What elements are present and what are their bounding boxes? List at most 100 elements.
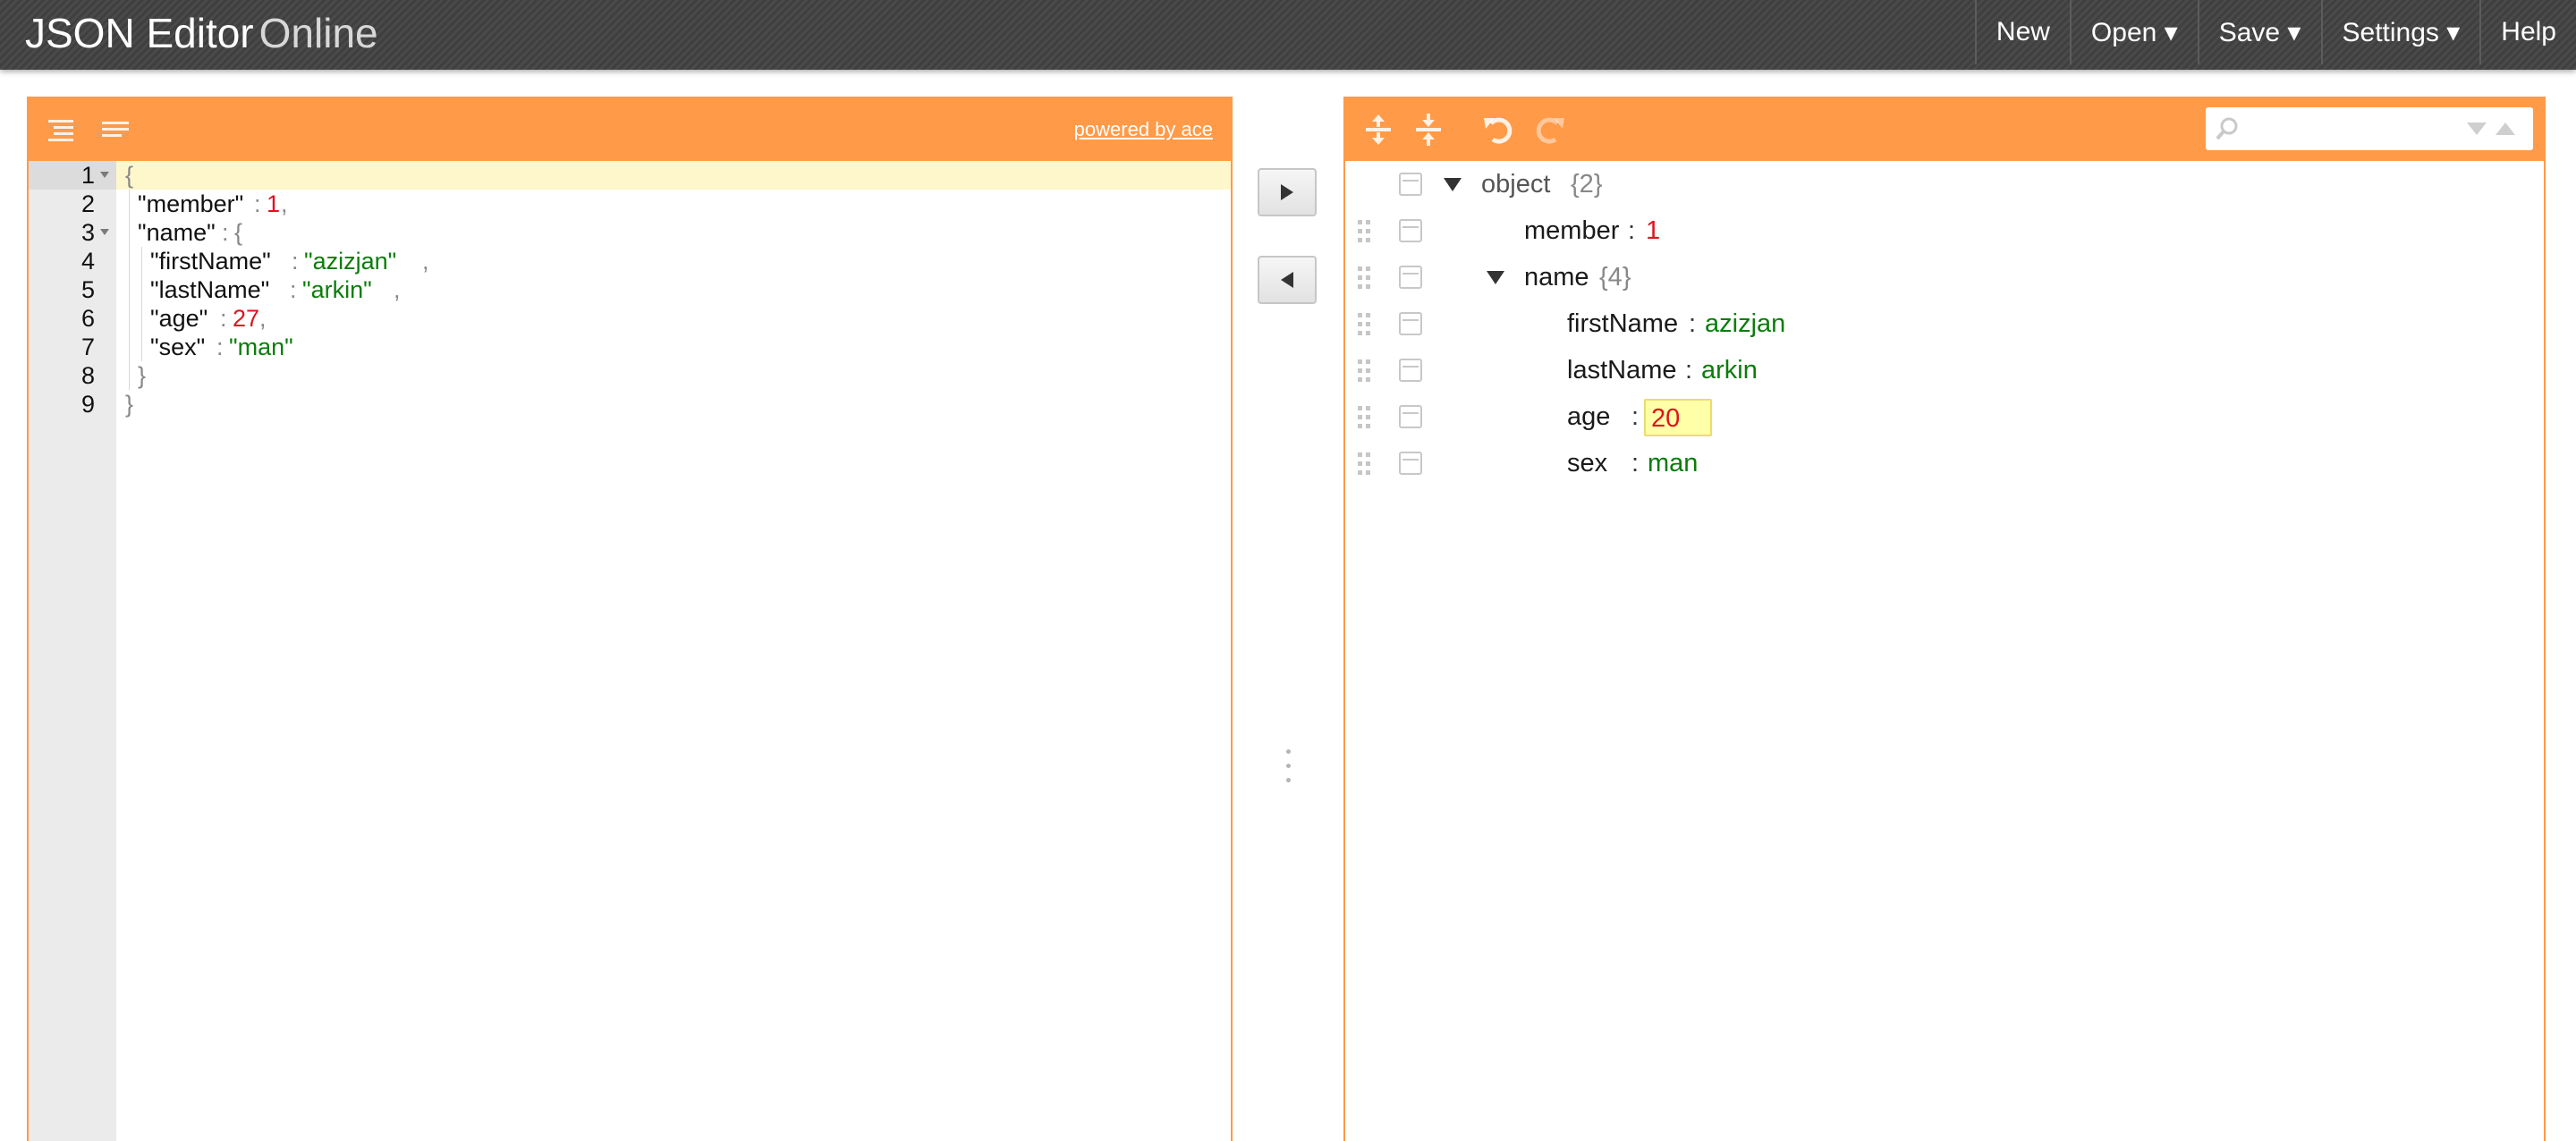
- context-menu-icon[interactable]: [1399, 266, 1422, 289]
- code-line-5[interactable]: 5 "lastName" : "arkin" ,: [29, 275, 1231, 304]
- tree-editor-panel: object {2} member : 1 name {4} firstName…: [1343, 97, 2546, 1141]
- drag-handle-icon[interactable]: [1358, 359, 1372, 383]
- code-key: "member": [138, 190, 244, 217]
- indent-guide: [129, 190, 130, 390]
- redo-button[interactable]: [1530, 109, 1571, 150]
- logo-title: JSON Editor: [25, 10, 254, 56]
- code-line-7[interactable]: 7 "sex" : "man": [29, 333, 1231, 361]
- code-string: "arkin": [302, 276, 372, 303]
- indent-guide: [141, 247, 142, 361]
- field-key[interactable]: sex: [1567, 440, 1607, 486]
- field-separator: :: [1689, 309, 1697, 338]
- undo-icon: [1484, 117, 1513, 144]
- code-number: 27: [233, 305, 260, 332]
- code-line-3[interactable]: 3 "name" : {: [29, 218, 1231, 247]
- line-number: 8: [80, 362, 95, 389]
- new-menu-button[interactable]: New: [1974, 0, 2070, 64]
- line-number: 2: [80, 190, 95, 217]
- code-line-6[interactable]: 6 "age" : 27 ,: [29, 304, 1231, 333]
- code-comma: ,: [422, 248, 429, 275]
- arrow-right-icon: [1281, 184, 1293, 200]
- code-number: 1: [267, 190, 281, 217]
- undo-button[interactable]: [1478, 109, 1519, 150]
- compact-icon: [102, 122, 129, 137]
- compact-button[interactable]: [95, 109, 136, 150]
- code-line-9[interactable]: 9 }: [29, 390, 1231, 418]
- tree-row-lastname[interactable]: lastName : arkin: [1345, 347, 2544, 393]
- fold-arrow-icon[interactable]: [100, 172, 109, 178]
- context-menu-icon[interactable]: [1399, 173, 1422, 196]
- collapse-arrow-icon[interactable]: [1487, 271, 1504, 284]
- copy-to-code-button[interactable]: [1258, 256, 1317, 304]
- code-colon: :: [220, 305, 227, 332]
- field-separator: :: [1631, 449, 1640, 478]
- root-child-count: {2}: [1571, 170, 1603, 199]
- field-value-editing[interactable]: 20: [1644, 399, 1712, 436]
- search-previous-icon[interactable]: [2494, 121, 2517, 137]
- code-editor-toolbar: powered by ace: [29, 98, 1231, 161]
- context-menu-icon[interactable]: [1399, 452, 1422, 475]
- code-comma: ,: [281, 190, 288, 217]
- code-string: "man": [229, 334, 293, 360]
- drag-handle-icon[interactable]: [1358, 406, 1372, 429]
- drag-handle-icon[interactable]: [1358, 452, 1372, 476]
- code-colon: :: [222, 219, 229, 246]
- context-menu-icon[interactable]: [1399, 219, 1422, 242]
- field-key[interactable]: member: [1524, 207, 1619, 254]
- field-separator: :: [1631, 402, 1640, 431]
- field-key[interactable]: name: [1524, 254, 1589, 300]
- code-editor-panel: powered by ace 1 { 2 "member" : 1 , 3 "n…: [27, 97, 1233, 1141]
- drag-handle-icon[interactable]: [1358, 266, 1372, 290]
- field-key[interactable]: firstName: [1567, 300, 1678, 347]
- tree-row-sex[interactable]: sex : man: [1345, 440, 2544, 486]
- tree-row-age[interactable]: age : 20: [1345, 393, 2544, 440]
- open-menu-button[interactable]: Open ▾: [2069, 0, 2198, 64]
- line-number: 9: [80, 391, 95, 418]
- code-colon: :: [216, 334, 224, 360]
- code-key: "firstName": [150, 248, 271, 275]
- search-input[interactable]: [2245, 114, 2460, 143]
- powered-by-ace-link[interactable]: powered by ace: [1074, 118, 1213, 141]
- expand-all-button[interactable]: [1358, 109, 1399, 150]
- format-button[interactable]: [41, 109, 82, 150]
- line-number: 3: [80, 219, 95, 246]
- tree-row-firstname[interactable]: firstName : azizjan: [1345, 300, 2544, 347]
- drag-handle-icon[interactable]: [1358, 313, 1372, 336]
- code-line-8[interactable]: 8 }: [29, 361, 1231, 390]
- panel-splitter-handle[interactable]: [1281, 749, 1295, 799]
- redo-icon: [1536, 117, 1564, 144]
- code-comma: ,: [394, 276, 401, 303]
- field-value[interactable]: azizjan: [1705, 300, 1785, 347]
- code-line-1[interactable]: 1 {: [29, 161, 1231, 190]
- field-value[interactable]: man: [1648, 440, 1698, 486]
- field-key[interactable]: age: [1567, 393, 1610, 440]
- tree-search-box: [2206, 107, 2533, 150]
- fold-arrow-icon[interactable]: [100, 229, 109, 235]
- code-key: "age": [150, 305, 208, 332]
- line-number: 6: [80, 305, 95, 332]
- field-key[interactable]: lastName: [1567, 347, 1677, 393]
- tree-row-root[interactable]: object {2}: [1345, 161, 2544, 207]
- drag-handle-icon[interactable]: [1358, 220, 1372, 243]
- code-line-4[interactable]: 4 "firstName" : "azizjan" ,: [29, 247, 1231, 275]
- code-colon: :: [290, 276, 297, 303]
- context-menu-icon[interactable]: [1399, 405, 1422, 428]
- code-comma: ,: [259, 305, 267, 332]
- save-menu-button[interactable]: Save ▾: [2197, 0, 2321, 64]
- collapse-all-button[interactable]: [1408, 109, 1449, 150]
- tree-row-member[interactable]: member : 1: [1345, 207, 2544, 254]
- app-header: JSON Editor Online New Open ▾ Save ▾ Sett…: [0, 0, 2576, 70]
- code-line-2[interactable]: 2 "member" : 1 ,: [29, 190, 1231, 218]
- settings-menu-button[interactable]: Settings ▾: [2320, 0, 2480, 64]
- search-next-icon[interactable]: [2465, 121, 2488, 137]
- help-menu-button[interactable]: Help: [2479, 0, 2576, 64]
- context-menu-icon[interactable]: [1399, 312, 1422, 335]
- copy-to-tree-button[interactable]: [1258, 168, 1317, 216]
- field-value[interactable]: 1: [1646, 207, 1660, 254]
- field-value[interactable]: arkin: [1701, 347, 1758, 393]
- tree-row-name[interactable]: name {4}: [1345, 254, 2544, 300]
- code-colon: :: [292, 248, 299, 275]
- collapse-arrow-icon[interactable]: [1444, 178, 1462, 191]
- context-menu-icon[interactable]: [1399, 359, 1422, 382]
- main-menu: New Open ▾ Save ▾ Settings ▾ Help: [1974, 0, 2576, 64]
